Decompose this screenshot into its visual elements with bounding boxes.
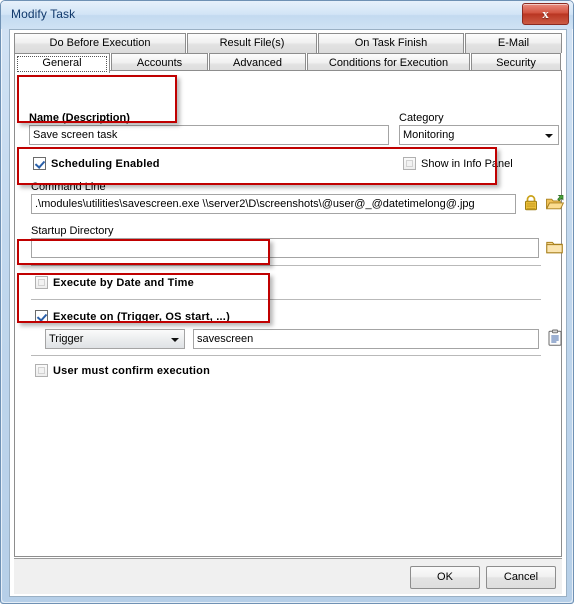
user-must-confirm-execution-checkbox[interactable]: User must confirm execution bbox=[35, 364, 210, 377]
show-in-info-panel-checkbox[interactable]: Show in Info Panel bbox=[403, 157, 513, 170]
lock-icon[interactable] bbox=[521, 194, 541, 212]
name-input[interactable]: Save screen task bbox=[29, 125, 389, 145]
tab-label: Conditions for Execution bbox=[328, 57, 449, 69]
tab-strip: Do Before Execution Result File(s) On Ta… bbox=[14, 33, 562, 73]
execute-on-checkbox[interactable]: Execute on (Trigger, OS start, ...) bbox=[35, 310, 230, 323]
tab-general[interactable]: General bbox=[14, 53, 110, 73]
scheduling-enabled-label: Scheduling Enabled bbox=[51, 157, 160, 170]
separator-above-execute-on bbox=[31, 299, 541, 300]
execute-on-label: Execute on (Trigger, OS start, ...) bbox=[53, 310, 230, 323]
window-title: Modify Task bbox=[11, 7, 76, 21]
tab-label: Security bbox=[496, 57, 536, 69]
cancel-button[interactable]: Cancel bbox=[486, 566, 556, 589]
close-icon: x bbox=[542, 6, 549, 21]
tab-row-top: Do Before Execution Result File(s) On Ta… bbox=[14, 33, 562, 53]
open-folder-icon-glyph bbox=[545, 194, 565, 210]
category-dropdown[interactable]: Monitoring bbox=[399, 125, 559, 145]
tab-do-before-execution[interactable]: Do Before Execution bbox=[14, 33, 186, 53]
command-line-input[interactable]: .\modules\utilities\savescreen.exe \\ser… bbox=[31, 194, 516, 214]
tab-label: Accounts bbox=[136, 57, 183, 69]
tab-label: E-Mail bbox=[497, 37, 530, 49]
separator-above-user-confirm bbox=[31, 355, 541, 356]
tab-label: Result File(s) bbox=[219, 37, 285, 49]
clipboard-icon[interactable] bbox=[545, 329, 565, 347]
execute-on-type-dropdown[interactable]: Trigger bbox=[45, 329, 185, 349]
ok-button[interactable]: OK bbox=[410, 566, 480, 589]
general-tab-pane: Name (Description) Save screen task Cate… bbox=[14, 70, 565, 557]
modify-task-window: Modify Task x Do Before Execution Result… bbox=[0, 0, 574, 604]
user-must-confirm-execution-label: User must confirm execution bbox=[53, 364, 210, 377]
startup-directory-input[interactable] bbox=[31, 238, 539, 258]
checkbox-icon bbox=[33, 157, 46, 170]
dialog-body: Do Before Execution Result File(s) On Ta… bbox=[9, 29, 567, 597]
separator-above-execute-by-date bbox=[31, 265, 541, 266]
tab-label: Advanced bbox=[233, 57, 282, 69]
tab-email[interactable]: E-Mail bbox=[465, 33, 562, 53]
lock-icon-glyph bbox=[525, 195, 537, 211]
tab-focus-outline bbox=[17, 56, 107, 72]
checkbox-icon bbox=[403, 157, 416, 170]
tab-on-task-finish[interactable]: On Task Finish bbox=[318, 33, 464, 53]
execute-by-date-and-time-checkbox[interactable]: Execute by Date and Time bbox=[35, 276, 194, 289]
checkbox-icon bbox=[35, 276, 48, 289]
category-label: Category bbox=[399, 112, 444, 124]
folder-icon-glyph bbox=[546, 241, 563, 254]
clipboard-icon-glyph bbox=[548, 329, 562, 346]
tab-label: Do Before Execution bbox=[49, 37, 151, 49]
close-button[interactable]: x bbox=[522, 3, 569, 25]
execute-by-date-and-time-label: Execute by Date and Time bbox=[53, 276, 194, 289]
scheduling-enabled-checkbox[interactable]: Scheduling Enabled bbox=[33, 157, 160, 170]
chevron-down-icon bbox=[171, 338, 179, 342]
tab-result-files[interactable]: Result File(s) bbox=[187, 33, 317, 53]
category-value: Monitoring bbox=[403, 129, 455, 141]
execute-on-type-value: Trigger bbox=[49, 333, 84, 345]
dialog-footer: OK Cancel bbox=[14, 558, 562, 594]
name-label: Name (Description) bbox=[29, 112, 130, 124]
command-line-label: Command Line bbox=[31, 181, 106, 193]
tab-label: On Task Finish bbox=[354, 37, 428, 49]
title-bar: Modify Task x bbox=[1, 1, 573, 29]
open-folder-icon[interactable] bbox=[545, 194, 565, 212]
checkbox-icon bbox=[35, 310, 48, 323]
chevron-down-icon bbox=[545, 134, 553, 138]
startup-directory-label: Startup Directory bbox=[31, 225, 114, 237]
execute-on-name-input[interactable]: savescreen bbox=[193, 329, 539, 349]
folder-icon[interactable] bbox=[545, 238, 565, 256]
checkbox-icon bbox=[35, 364, 48, 377]
show-in-info-panel-label: Show in Info Panel bbox=[421, 157, 513, 170]
